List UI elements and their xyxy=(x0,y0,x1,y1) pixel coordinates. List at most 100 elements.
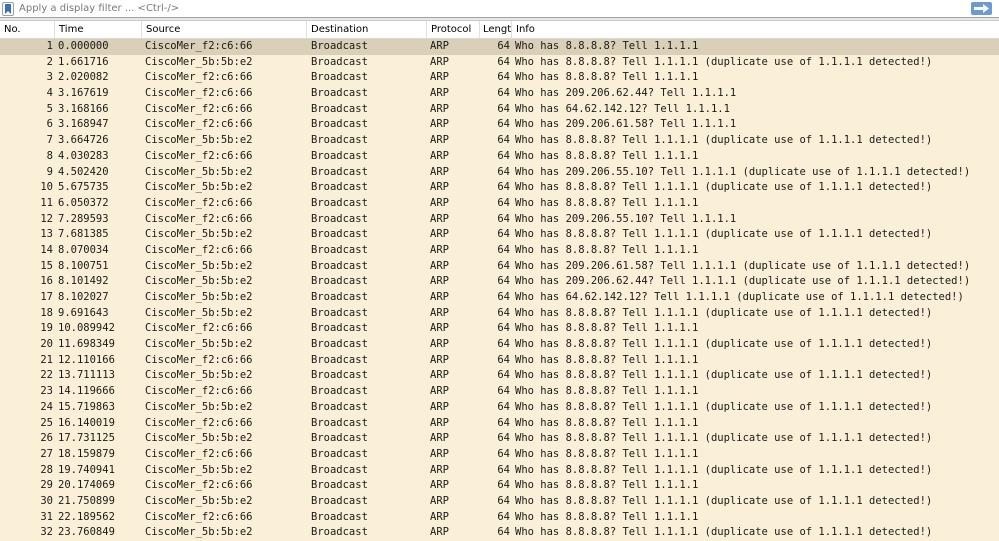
packet-source: CiscoMer_f2:c6:66 xyxy=(145,447,253,460)
packet-time: 11.698349 xyxy=(58,338,115,351)
column-header-destination[interactable]: Destination xyxy=(307,21,427,38)
packet-number: 14 xyxy=(40,243,53,256)
packet-time: 3.664726 xyxy=(58,134,109,147)
packet-row[interactable]: 4 3.167619 CiscoMer_f2:c6:66 Broadcast ARP 64… xyxy=(0,86,999,102)
column-header-time[interactable]: Time xyxy=(55,21,142,38)
packet-number: 8 xyxy=(46,149,53,162)
packet-row[interactable]: 11 6.050372 CiscoMer_f2:c6:66 Broadcast ARP 6… xyxy=(0,195,999,212)
packet-row[interactable]: 24 15.719863 CiscoMer_5b:5b:e2 Broadcast ARP… xyxy=(0,399,999,416)
bookmark-icon[interactable] xyxy=(2,2,14,16)
packet-row[interactable]: 27 18.159879 CiscoMer_f2:c6:66 Broadcast ARP… xyxy=(0,446,999,463)
packet-row[interactable]: 12 7.289593 CiscoMer_f2:c6:66 Broadcast ARP 6… xyxy=(0,211,999,228)
packet-source: CiscoMer_f2:c6:66 xyxy=(145,102,253,115)
packet-source: CiscoMer_f2:c6:66 xyxy=(145,353,253,366)
packet-time: 8.102027 xyxy=(58,291,109,303)
packet-row[interactable]: 17 8.102027 CiscoMer_5b:5b:e2 Broadcast ARP 6… xyxy=(0,290,999,306)
packet-number: 10 xyxy=(40,181,53,194)
packet-info: Who has 209.206.61.58? Tell 1.1.1.1 xyxy=(515,118,737,131)
packet-length: 64 xyxy=(497,432,510,445)
packet-row[interactable]: 3 2.020082 CiscoMer_f2:c6:66 Broadcast ARP 64… xyxy=(0,70,999,87)
display-filter-input[interactable] xyxy=(17,1,962,16)
packet-protocol: ARP xyxy=(430,196,449,209)
column-header-info[interactable]: Info xyxy=(512,21,999,38)
column-header-no[interactable]: No. xyxy=(0,21,55,38)
packet-row[interactable]: 19 10.089942 CiscoMer_f2:c6:66 Broadcast ARP… xyxy=(0,321,999,338)
packet-row[interactable]: 20 11.698349 CiscoMer_5b:5b:e2 Broadcast ARP… xyxy=(0,337,999,353)
packet-source: CiscoMer_f2:c6:66 xyxy=(145,510,253,523)
packet-row[interactable]: 22 13.711113 CiscoMer_5b:5b:e2 Broadcast ARP… xyxy=(0,368,999,385)
packet-row[interactable]: 7 3.664726 CiscoMer_5b:5b:e2 Broadcast ARP 64… xyxy=(0,133,999,149)
packet-row[interactable]: 15 8.100751 CiscoMer_5b:5b:e2 Broadcast ARP 6… xyxy=(0,258,999,275)
packet-destination: Broadcast xyxy=(311,479,368,492)
packet-destination: Broadcast xyxy=(311,385,368,398)
packet-row[interactable]: 16 8.101492 CiscoMer_5b:5b:e2 Broadcast ARP 6… xyxy=(0,274,999,290)
packet-row[interactable]: 5 3.168166 CiscoMer_f2:c6:66 Broadcast ARP 64… xyxy=(0,101,999,118)
packet-row[interactable]: 13 7.681385 CiscoMer_5b:5b:e2 Broadcast ARP 6… xyxy=(0,227,999,243)
packet-number: 17 xyxy=(40,291,53,303)
packet-destination: Broadcast xyxy=(311,196,368,209)
packet-length: 64 xyxy=(497,494,510,507)
packet-length: 64 xyxy=(497,55,510,68)
packet-number: 31 xyxy=(40,510,53,523)
apply-filter-button[interactable] xyxy=(971,2,992,15)
packet-length: 64 xyxy=(497,40,510,52)
packet-destination: Broadcast xyxy=(311,353,368,366)
packet-protocol: ARP xyxy=(430,510,449,523)
packet-destination: Broadcast xyxy=(311,228,368,241)
packet-row[interactable]: 26 17.731125 CiscoMer_5b:5b:e2 Broadcast ARP… xyxy=(0,431,999,447)
column-header-source[interactable]: Source xyxy=(142,21,307,38)
packet-row[interactable]: 6 3.168947 CiscoMer_f2:c6:66 Broadcast ARP 64… xyxy=(0,117,999,134)
packet-number: 32 xyxy=(40,526,53,539)
packet-time: 9.691643 xyxy=(58,306,109,319)
packet-number: 19 xyxy=(40,322,53,335)
packet-source: CiscoMer_5b:5b:e2 xyxy=(145,369,253,382)
packet-time: 3.167619 xyxy=(58,87,109,100)
packet-info: Who has 209.206.55.10? Tell 1.1.1.1 (dup… xyxy=(515,165,971,178)
packet-row[interactable]: 29 20.174069 CiscoMer_f2:c6:66 Broadcast ARP… xyxy=(0,478,999,494)
packet-row[interactable]: 14 8.070034 CiscoMer_f2:c6:66 Broadcast ARP 6… xyxy=(0,242,999,259)
packet-source: CiscoMer_f2:c6:66 xyxy=(145,212,253,225)
packet-source: CiscoMer_f2:c6:66 xyxy=(145,243,253,256)
packet-source: CiscoMer_5b:5b:e2 xyxy=(145,291,253,303)
packet-destination: Broadcast xyxy=(311,55,368,68)
packet-row[interactable]: 25 16.140019 CiscoMer_f2:c6:66 Broadcast ARP… xyxy=(0,415,999,432)
packet-row[interactable]: 1 0.000000 CiscoMer_f2:c6:66 Broadcast ARP 64… xyxy=(0,39,999,55)
packet-row[interactable]: 30 21.750899 CiscoMer_5b:5b:e2 Broadcast ARP… xyxy=(0,493,999,510)
packet-time: 19.740941 xyxy=(58,463,115,476)
packet-info: Who has 8.8.8.8? Tell 1.1.1.1 (duplicate… xyxy=(515,432,933,445)
packet-destination: Broadcast xyxy=(311,259,368,272)
packet-length: 64 xyxy=(497,479,510,492)
packet-protocol: ARP xyxy=(430,71,449,84)
packet-row[interactable]: 21 12.110166 CiscoMer_f2:c6:66 Broadcast ARP… xyxy=(0,352,999,369)
packet-number: 26 xyxy=(40,432,53,445)
packet-row[interactable]: 8 4.030283 CiscoMer_f2:c6:66 Broadcast ARP 64… xyxy=(0,148,999,165)
packet-time: 2.020082 xyxy=(58,71,109,84)
packet-row[interactable]: 32 23.760849 CiscoMer_5b:5b:e2 Broadcast ARP… xyxy=(0,525,999,541)
packet-time: 23.760849 xyxy=(58,526,115,539)
packet-info: Who has 64.62.142.12? Tell 1.1.1.1 (dupl… xyxy=(515,291,964,303)
packet-info: Who has 8.8.8.8? Tell 1.1.1.1 xyxy=(515,243,699,256)
packet-length: 64 xyxy=(497,353,510,366)
column-header-protocol[interactable]: Protocol xyxy=(427,21,480,38)
packet-destination: Broadcast xyxy=(311,432,368,445)
packet-source: CiscoMer_f2:c6:66 xyxy=(145,40,253,52)
column-header-length[interactable]: Length xyxy=(480,21,512,38)
packet-info: Who has 8.8.8.8? Tell 1.1.1.1 xyxy=(515,353,699,366)
packet-protocol: ARP xyxy=(430,479,449,492)
packet-row[interactable]: 23 14.119666 CiscoMer_f2:c6:66 Broadcast ARP… xyxy=(0,384,999,400)
packet-info: Who has 8.8.8.8? Tell 1.1.1.1 xyxy=(515,71,699,84)
packet-row[interactable]: 2 1.661716 CiscoMer_5b:5b:e2 Broadcast ARP 64… xyxy=(0,54,999,71)
packet-row[interactable]: 18 9.691643 CiscoMer_5b:5b:e2 Broadcast ARP 6… xyxy=(0,305,999,322)
packet-row[interactable]: 10 5.675735 CiscoMer_5b:5b:e2 Broadcast ARP 6… xyxy=(0,180,999,196)
packet-source: CiscoMer_5b:5b:e2 xyxy=(145,275,253,288)
packet-source: CiscoMer_f2:c6:66 xyxy=(145,385,253,398)
packet-time: 3.168947 xyxy=(58,118,109,131)
packet-protocol: ARP xyxy=(430,118,449,131)
packet-row[interactable]: 28 19.740941 CiscoMer_5b:5b:e2 Broadcast ARP… xyxy=(0,462,999,479)
packet-protocol: ARP xyxy=(430,400,449,413)
packet-row[interactable]: 31 22.189562 CiscoMer_f2:c6:66 Broadcast ARP… xyxy=(0,509,999,526)
packet-time: 20.174069 xyxy=(58,479,115,492)
packet-protocol: ARP xyxy=(430,385,449,398)
packet-row[interactable]: 9 4.502420 CiscoMer_5b:5b:e2 Broadcast ARP 64… xyxy=(0,164,999,181)
packet-time: 17.731125 xyxy=(58,432,115,445)
